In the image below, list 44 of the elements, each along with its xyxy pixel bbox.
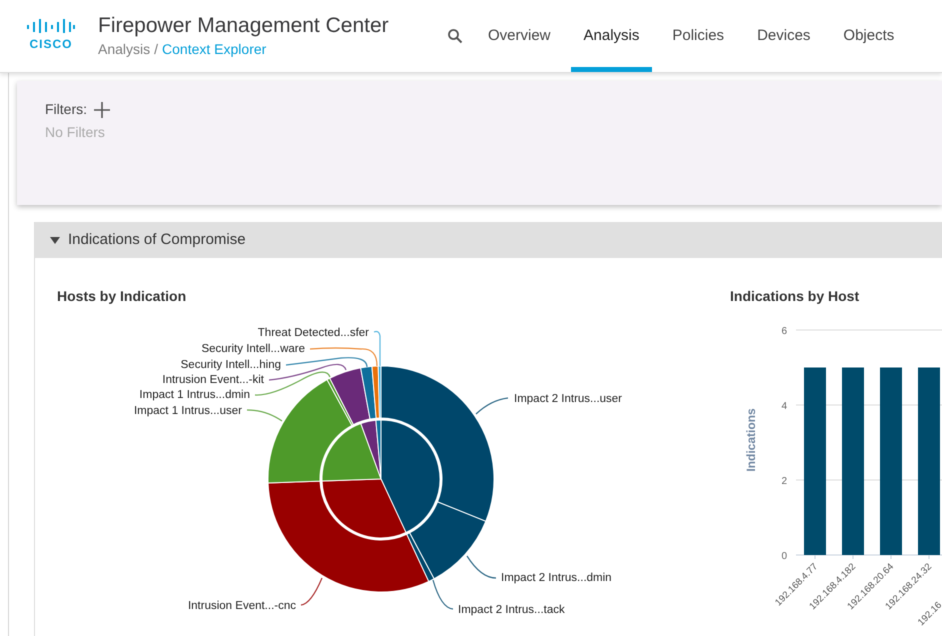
- filters-label: Filters:: [45, 100, 87, 119]
- add-filter-icon[interactable]: [93, 100, 111, 118]
- slice-label: Intrusion Event...-kit: [162, 374, 264, 386]
- logo-bars-icon: [26, 19, 76, 33]
- y-tick-label: 6: [781, 326, 787, 337]
- y-tick-label: 2: [781, 476, 787, 487]
- slice-label: Impact 2 Intrus...user: [514, 393, 622, 405]
- leader-line: [476, 397, 508, 414]
- slice-label: Impact 1 Intrus...user: [134, 405, 242, 417]
- nav-tab[interactable]: Devices: [744, 0, 824, 72]
- slice-label: Impact 2 Intrus...tack: [458, 604, 565, 616]
- nav-tab[interactable]: Analysis: [570, 0, 652, 72]
- product-title: Firepower Management Center: [98, 13, 390, 39]
- section-header[interactable]: Indications of Compromise: [35, 222, 942, 258]
- y-tick-label: 4: [781, 401, 787, 412]
- nav-tab[interactable]: Objects: [830, 0, 908, 72]
- pie-slice[interactable]: [326, 378, 354, 426]
- slice-label: Impact 2 Intrus...dmin: [501, 572, 612, 584]
- y-axis-title: Indications: [744, 408, 758, 472]
- leader-line: [300, 578, 323, 606]
- slice-label: Impact 1 Intrus...dmin: [139, 389, 250, 401]
- slice-label: Security Intell...ware: [201, 343, 305, 355]
- logo-text: CISCO: [29, 36, 72, 53]
- pie-slice[interactable]: [329, 367, 370, 426]
- pie-slice[interactable]: [409, 501, 486, 580]
- slice-label: Threat Detected...sfer: [258, 327, 369, 339]
- nav-tab[interactable]: Policies: [659, 0, 738, 72]
- chart-title: Hosts by Indication: [57, 287, 186, 306]
- breadcrumb-item: Analysis: [98, 40, 150, 59]
- leader-line: [466, 556, 496, 579]
- slice-label: Intrusion Event...-cnc: [188, 600, 296, 612]
- pie-slice[interactable]: [406, 532, 435, 582]
- section-title: Indications of Compromise: [68, 230, 246, 250]
- leader-line: [246, 409, 282, 422]
- y-tick-label: 0: [781, 551, 787, 562]
- leader-line: [432, 580, 454, 610]
- pie-slice[interactable]: [360, 366, 377, 420]
- slice-label: Security Intell...hing: [180, 359, 281, 371]
- search-icon[interactable]: [447, 28, 463, 44]
- no-filters-text: No Filters: [45, 123, 106, 142]
- breadcrumb-separator: /: [153, 40, 160, 59]
- nav-tab[interactable]: Overview: [475, 0, 564, 72]
- pie-slice[interactable]: [268, 480, 430, 592]
- chart-title: Indications by Host: [730, 287, 860, 306]
